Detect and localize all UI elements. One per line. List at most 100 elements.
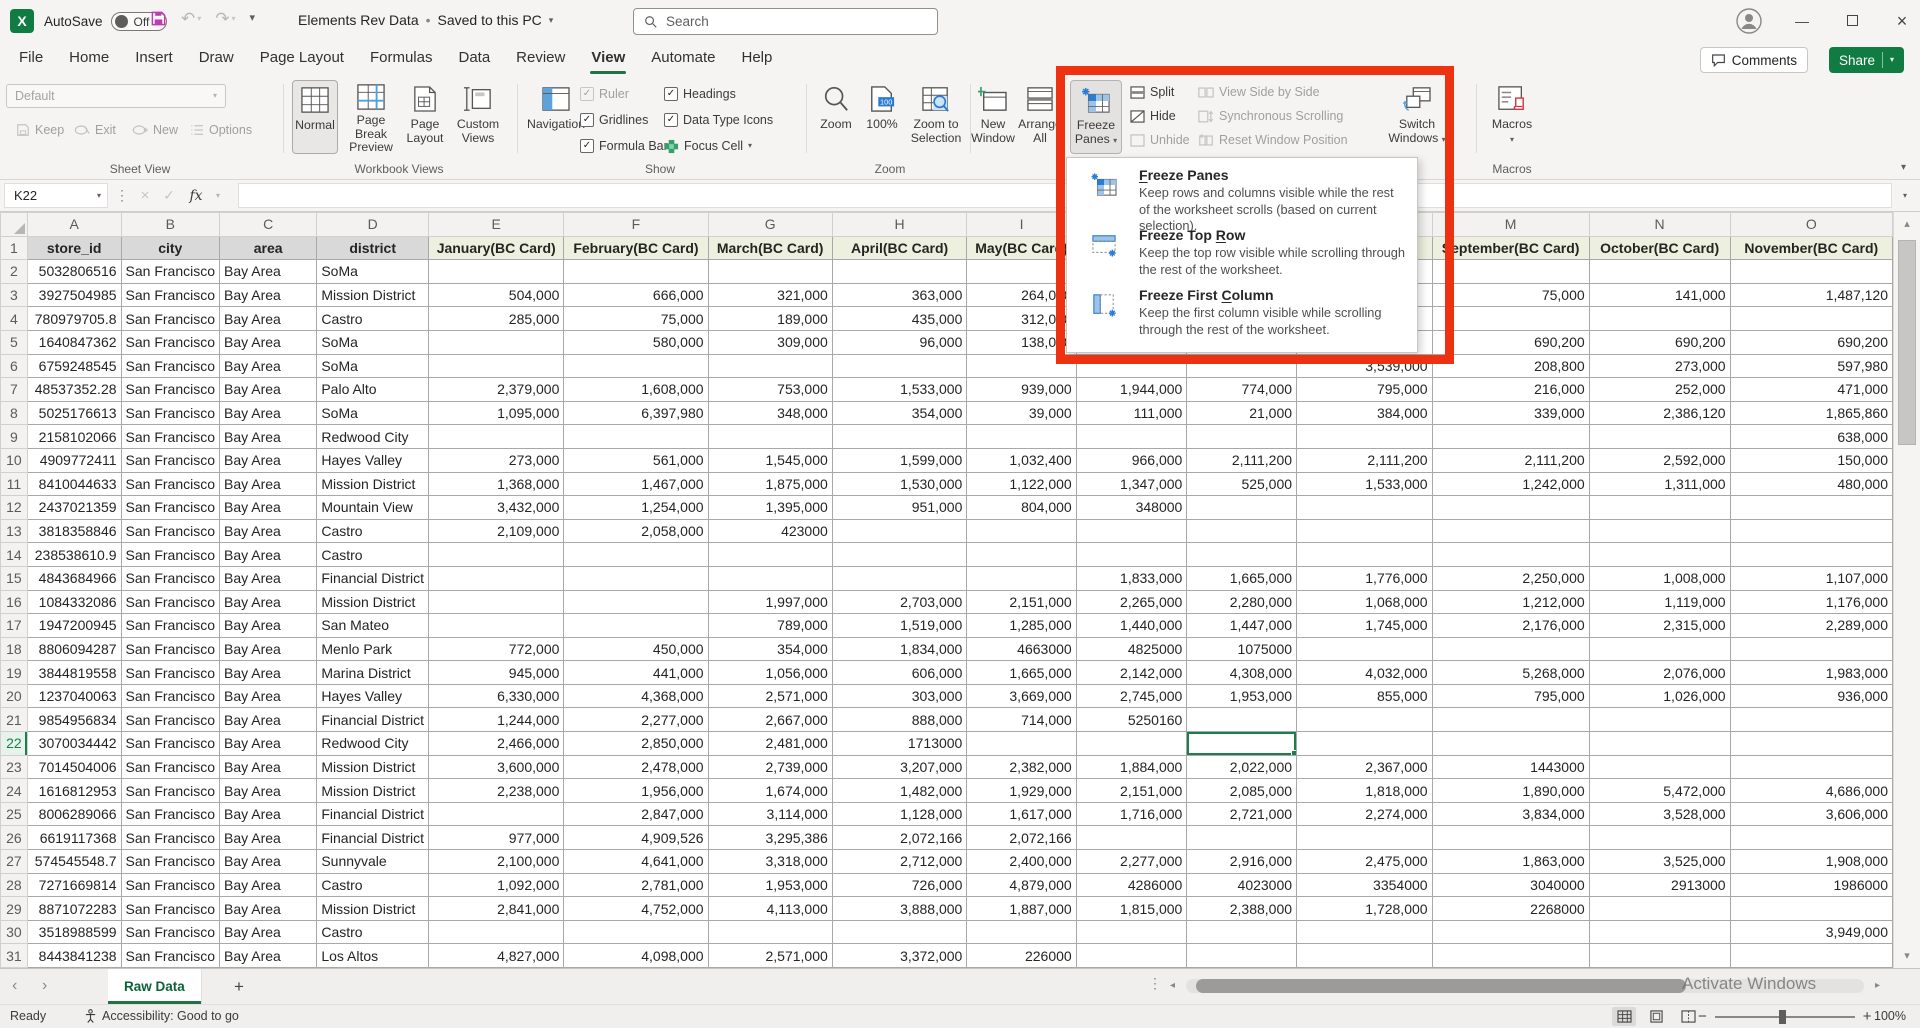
minimize-button[interactable]: —	[1792, 13, 1812, 29]
cell-D7[interactable]: Palo Alto	[317, 378, 429, 402]
cell-G16[interactable]: 1,997,000	[708, 590, 832, 614]
cell-D2[interactable]: SoMa	[317, 260, 429, 284]
ribbon-tab-formulas[interactable]: Formulas	[357, 42, 446, 76]
cell-C19[interactable]: Bay Area	[220, 661, 317, 685]
new-sheet-view-button[interactable]: New	[132, 120, 178, 140]
cell-J24[interactable]: 2,151,000	[1076, 779, 1187, 803]
horizontal-scroll-thumb[interactable]	[1196, 979, 1686, 993]
cell-I13[interactable]	[967, 519, 1076, 543]
cell-M26[interactable]	[1432, 826, 1589, 850]
cell-G11[interactable]: 1,875,000	[708, 472, 832, 496]
cell-N14[interactable]	[1589, 543, 1730, 567]
cell-M21[interactable]	[1432, 708, 1589, 732]
cell-O5[interactable]: 690,200	[1730, 330, 1892, 354]
cell-D13[interactable]: Castro	[317, 519, 429, 543]
cell-K26[interactable]	[1187, 826, 1297, 850]
cell-L10[interactable]: 2,111,200	[1297, 448, 1433, 472]
cell-M15[interactable]: 2,250,000	[1432, 566, 1589, 590]
column-header-F[interactable]: F	[564, 213, 708, 237]
cell-A30[interactable]: 3518988599	[27, 920, 121, 944]
cell-J23[interactable]: 1,884,000	[1076, 755, 1187, 779]
cell-I16[interactable]: 2,151,000	[967, 590, 1076, 614]
cell-O29[interactable]	[1730, 897, 1892, 921]
cell-H28[interactable]: 726,000	[832, 873, 967, 897]
cell-I19[interactable]: 1,665,000	[967, 661, 1076, 685]
ribbon-tab-draw[interactable]: Draw	[186, 42, 247, 76]
cell-G22[interactable]: 2,481,000	[708, 732, 832, 756]
cell-N8[interactable]: 2,386,120	[1589, 401, 1730, 425]
cell-N16[interactable]: 1,119,000	[1589, 590, 1730, 614]
cell-N10[interactable]: 2,592,000	[1589, 448, 1730, 472]
checkbox-icon[interactable]: ✓	[580, 139, 594, 153]
cell-H23[interactable]: 3,207,000	[832, 755, 967, 779]
cell-E12[interactable]: 3,432,000	[429, 496, 564, 520]
synchronous-scrolling-button[interactable]: Synchronous Scrolling	[1198, 106, 1348, 126]
cell-O24[interactable]: 4,686,000	[1730, 779, 1892, 803]
cell-B1[interactable]: city	[121, 236, 219, 260]
cell-A22[interactable]: 3070034442	[27, 732, 121, 756]
cell-M24[interactable]: 1,890,000	[1432, 779, 1589, 803]
cell-H10[interactable]: 1,599,000	[832, 448, 967, 472]
cell-M3[interactable]: 75,000	[1432, 283, 1589, 307]
cell-E24[interactable]: 2,238,000	[429, 779, 564, 803]
cell-D30[interactable]: Castro	[317, 920, 429, 944]
cell-K31[interactable]	[1187, 944, 1297, 968]
cell-N20[interactable]: 1,026,000	[1589, 684, 1730, 708]
cell-E23[interactable]: 3,600,000	[429, 755, 564, 779]
cell-M28[interactable]: 3040000	[1432, 873, 1589, 897]
cell-L23[interactable]: 2,367,000	[1297, 755, 1433, 779]
cell-J15[interactable]: 1,833,000	[1076, 566, 1187, 590]
cell-E16[interactable]	[429, 590, 564, 614]
cell-I18[interactable]: 4663000	[967, 637, 1076, 661]
cell-A27[interactable]: 574545548.7	[27, 850, 121, 874]
cell-A19[interactable]: 3844819558	[27, 661, 121, 685]
checkbox-formula-bar[interactable]: ✓Formula Bar	[580, 136, 668, 156]
name-box[interactable]: K22 ▾	[4, 183, 108, 208]
cell-B31[interactable]: San Francisco	[121, 944, 219, 968]
ribbon-tab-help[interactable]: Help	[729, 42, 786, 76]
cell-F8[interactable]: 6,397,980	[564, 401, 708, 425]
cell-F25[interactable]: 2,847,000	[564, 802, 708, 826]
cell-E5[interactable]	[429, 330, 564, 354]
cell-B20[interactable]: San Francisco	[121, 684, 219, 708]
cell-M14[interactable]	[1432, 543, 1589, 567]
row-header-11[interactable]: 11	[1, 472, 28, 496]
cell-M27[interactable]: 1,863,000	[1432, 850, 1589, 874]
cell-K28[interactable]: 4023000	[1187, 873, 1297, 897]
cell-N17[interactable]: 2,315,000	[1589, 614, 1730, 638]
column-header-D[interactable]: D	[317, 213, 429, 237]
cell-M4[interactable]	[1432, 307, 1589, 331]
cell-N28[interactable]: 2913000	[1589, 873, 1730, 897]
cell-L7[interactable]: 795,000	[1297, 378, 1433, 402]
cell-D19[interactable]: Marina District	[317, 661, 429, 685]
cell-E15[interactable]	[429, 566, 564, 590]
cell-I30[interactable]	[967, 920, 1076, 944]
cell-A23[interactable]: 7014504006	[27, 755, 121, 779]
cell-K15[interactable]: 1,665,000	[1187, 566, 1297, 590]
cell-H17[interactable]: 1,519,000	[832, 614, 967, 638]
cell-J26[interactable]	[1076, 826, 1187, 850]
cell-M6[interactable]: 208,800	[1432, 354, 1589, 378]
row-header-21[interactable]: 21	[1, 708, 28, 732]
ribbon-tab-automate[interactable]: Automate	[638, 42, 728, 76]
cell-O1[interactable]: November(BC Card)	[1730, 236, 1892, 260]
cell-C6[interactable]: Bay Area	[220, 354, 317, 378]
cell-C17[interactable]: Bay Area	[220, 614, 317, 638]
cell-A1[interactable]: store_id	[27, 236, 121, 260]
cell-L6[interactable]: 3,539,000	[1297, 354, 1433, 378]
accessibility-status[interactable]: Accessibility: Good to go	[84, 1009, 239, 1023]
cell-K25[interactable]: 2,721,000	[1187, 802, 1297, 826]
scroll-down-icon[interactable]: ▾	[1894, 944, 1920, 968]
cell-K16[interactable]: 2,280,000	[1187, 590, 1297, 614]
cell-K22[interactable]	[1187, 732, 1297, 756]
cell-G30[interactable]	[708, 920, 832, 944]
cell-O28[interactable]: 1986000	[1730, 873, 1892, 897]
cell-H1[interactable]: April(BC Card)	[832, 236, 967, 260]
cell-O14[interactable]	[1730, 543, 1892, 567]
cell-A14[interactable]: 238538610.9	[27, 543, 121, 567]
custom-views-button[interactable]: Custom Views	[452, 80, 504, 154]
cell-H5[interactable]: 96,000	[832, 330, 967, 354]
cell-F2[interactable]	[564, 260, 708, 284]
cell-I22[interactable]	[967, 732, 1076, 756]
row-header-28[interactable]: 28	[1, 873, 28, 897]
